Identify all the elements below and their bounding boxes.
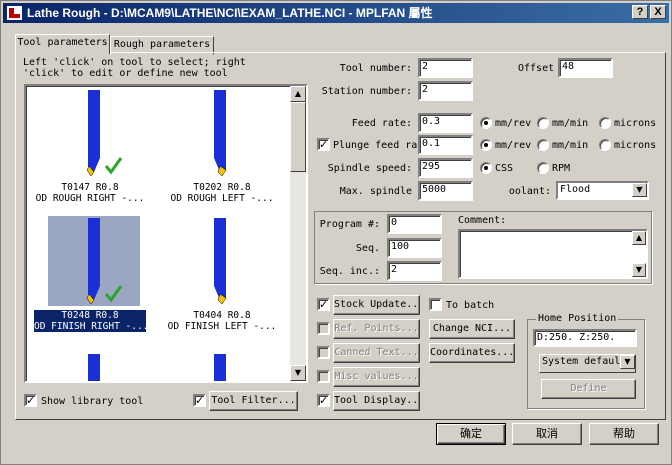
station-number-label: Station number: xyxy=(321,86,412,97)
comment-label: Comment: xyxy=(458,215,507,226)
tool-partial xyxy=(88,354,100,381)
home-position-coords: D:250. Z:250. xyxy=(533,329,637,347)
change-nci-button[interactable]: Change NCI... xyxy=(429,319,515,339)
tool-display-button[interactable]: Tool Display... xyxy=(333,391,420,411)
tool-insert-icon xyxy=(214,90,227,177)
help-title-button[interactable]: ? xyxy=(632,5,648,19)
tool-item[interactable]: T0147 R0.8 OD ROUGH RIGHT -... xyxy=(32,88,148,212)
misc-values-checkbox[interactable] xyxy=(317,370,330,383)
canned-text-button[interactable]: Canned Text... xyxy=(333,343,420,363)
seq-inc-input[interactable]: 2 xyxy=(387,261,442,281)
tool-item-selected[interactable]: T0248 R0.8 OD FINISH RIGHT -... xyxy=(32,216,148,340)
misc-values-button[interactable]: Misc values... xyxy=(333,367,420,387)
window-title: Lathe Rough - D:\MCAM9\LATHE\NCI\EXAM_LA… xyxy=(27,6,433,20)
stock-update-button[interactable]: Stock Update... xyxy=(333,295,420,315)
feed-rate-input[interactable]: 0.3 xyxy=(418,113,473,133)
close-title-button[interactable]: X xyxy=(650,5,666,19)
show-library-label: Show library tool xyxy=(41,396,144,407)
feed-microns-radio[interactable] xyxy=(599,117,611,129)
to-batch-checkbox[interactable] xyxy=(429,298,442,311)
tool-item[interactable]: T0404 R0.8 OD FINISH LEFT -... xyxy=(164,216,280,340)
scroll-down-icon[interactable]: ▼ xyxy=(632,263,646,277)
comment-input[interactable] xyxy=(458,229,648,279)
seq-input[interactable]: 100 xyxy=(387,238,442,258)
scroll-thumb[interactable] xyxy=(290,102,306,172)
offset-label: Offset xyxy=(518,63,555,74)
ok-button[interactable]: 确定 xyxy=(436,423,506,445)
css-radio[interactable] xyxy=(480,162,492,174)
home-position-title: Home Position xyxy=(536,313,619,325)
rpm-radio[interactable] xyxy=(537,162,549,174)
scroll-up-icon[interactable]: ▲ xyxy=(632,231,646,245)
coolant-label: oolant: xyxy=(508,186,551,197)
tool-filter-button[interactable]: Tool Filter... xyxy=(209,391,298,411)
tool-item[interactable]: T0202 R0.8 OD ROUGH LEFT -... xyxy=(164,88,280,212)
seq-label: Seq. xyxy=(355,243,380,254)
feed-mmmin-radio[interactable] xyxy=(537,117,549,129)
plunge-mmrev-radio[interactable] xyxy=(480,139,492,151)
scroll-up-icon[interactable]: ▲ xyxy=(290,86,306,102)
stock-update-checkbox[interactable]: ✓ xyxy=(317,298,330,311)
feed-rate-label: Feed rate: xyxy=(351,118,412,129)
offset-input[interactable]: 48 xyxy=(558,58,613,78)
seq-inc-label: Seq. inc.: xyxy=(319,266,380,277)
cancel-button[interactable]: 取消 xyxy=(512,423,582,445)
selected-check-icon xyxy=(104,285,123,303)
help-button[interactable]: 帮助 xyxy=(589,423,659,445)
show-library-checkbox[interactable]: ✓ xyxy=(24,394,37,407)
plunge-checkbox[interactable]: ✓ xyxy=(317,138,330,151)
spindle-speed-label: Spindle speed: xyxy=(327,163,412,174)
selected-check-icon xyxy=(104,157,123,175)
plunge-mmmin-radio[interactable] xyxy=(537,139,549,151)
to-batch-label: To batch xyxy=(446,300,495,311)
chevron-down-icon[interactable]: ▼ xyxy=(632,183,647,197)
plunge-label: Plunge feed ra xyxy=(333,140,418,151)
plunge-microns-radio[interactable] xyxy=(599,139,611,151)
tool-list-hint-2: 'click' to edit or define new tool xyxy=(23,68,228,79)
coolant-select[interactable]: Flood ▼ xyxy=(556,181,649,200)
program-input[interactable]: 0 xyxy=(387,214,442,234)
tool-list[interactable]: T0147 R0.8 OD ROUGH RIGHT -... T0202 R0.… xyxy=(24,84,308,383)
tab-tool-parameters[interactable]: Tool parameters xyxy=(15,34,110,54)
scroll-down-icon[interactable]: ▼ xyxy=(290,365,306,381)
home-position-select[interactable]: System defaul ▼ xyxy=(539,354,636,373)
ref-points-checkbox[interactable] xyxy=(317,322,330,335)
app-icon xyxy=(7,6,22,20)
max-spindle-input[interactable]: 5000 xyxy=(418,181,473,201)
ref-points-button[interactable]: Ref. Points... xyxy=(333,319,420,339)
program-label: Program #: xyxy=(319,219,380,230)
title-bar[interactable]: Lathe Rough - D:\MCAM9\LATHE\NCI\EXAM_LA… xyxy=(3,3,669,23)
tool-display-checkbox[interactable]: ✓ xyxy=(317,394,330,407)
tool-number-input[interactable]: 2 xyxy=(418,58,473,78)
canned-text-checkbox[interactable] xyxy=(317,346,330,359)
spindle-speed-input[interactable]: 295 xyxy=(418,158,473,178)
chevron-down-icon[interactable]: ▼ xyxy=(620,355,635,369)
feed-mmrev-radio[interactable] xyxy=(480,117,492,129)
tool-insert-icon xyxy=(86,218,123,305)
dialog-window: Lathe Rough - D:\MCAM9\LATHE\NCI\EXAM_LA… xyxy=(0,0,672,465)
tool-partial xyxy=(214,354,226,381)
define-button[interactable]: Define xyxy=(541,379,636,399)
tool-insert-icon xyxy=(214,218,227,305)
coordinates-button[interactable]: Coordinates... xyxy=(429,343,515,363)
tool-filter-checkbox[interactable]: ✓ xyxy=(193,394,206,407)
tool-insert-icon xyxy=(86,90,123,177)
tool-number-label: Tool number: xyxy=(339,63,412,74)
plunge-rate-input[interactable]: 0.1 xyxy=(418,135,473,155)
max-spindle-label: Max. spindle xyxy=(339,186,412,197)
station-number-input[interactable]: 2 xyxy=(418,81,473,101)
